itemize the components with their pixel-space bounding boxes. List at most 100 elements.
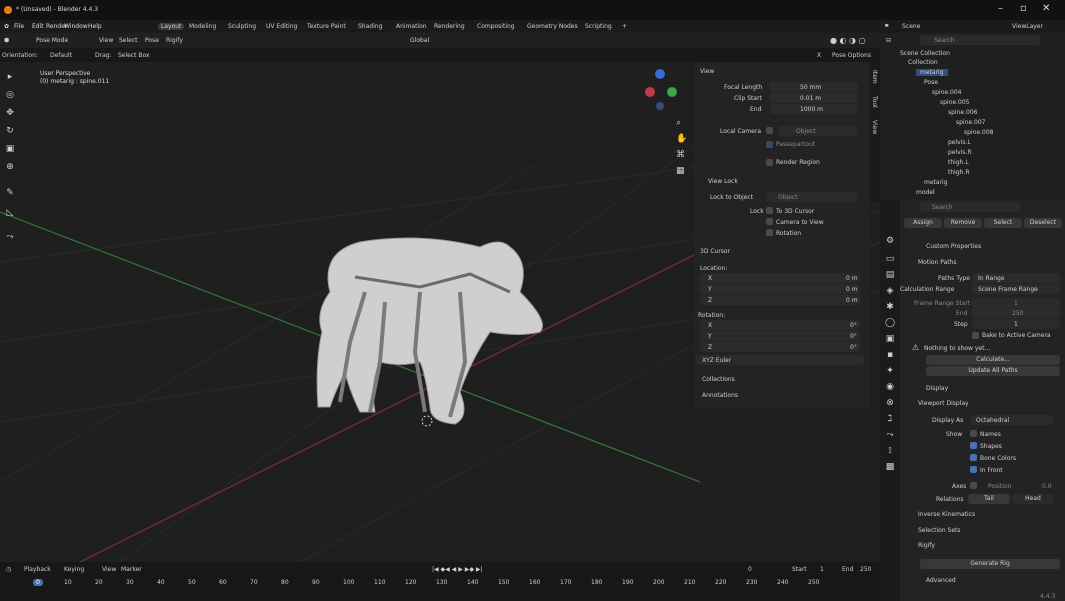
outliner-item[interactable]: spine.004 bbox=[932, 89, 961, 96]
outliner-item[interactable]: metarig bbox=[916, 69, 948, 76]
texture-tab-icon[interactable]: ▩ bbox=[880, 462, 900, 478]
bone-colors-checkbox[interactable] bbox=[970, 454, 977, 461]
inverse-kinematics-panel[interactable]: Inverse Kinematics bbox=[918, 511, 975, 518]
annotations-section[interactable]: Annotations bbox=[702, 392, 738, 399]
motion-paths-panel[interactable]: Motion Paths bbox=[918, 259, 957, 266]
menu-file[interactable]: File bbox=[14, 23, 24, 30]
menu-edit[interactable]: Edit bbox=[32, 23, 44, 30]
frame-start-field[interactable]: 1 bbox=[972, 298, 1060, 308]
view-layer-tab-icon[interactable]: ◈ bbox=[880, 286, 900, 302]
passepartout-checkbox[interactable] bbox=[766, 141, 773, 148]
outliner-item[interactable]: metarig bbox=[924, 179, 948, 186]
keying-menu[interactable]: Keying bbox=[64, 566, 84, 573]
location-z-field[interactable]: Z 0 m bbox=[700, 295, 860, 305]
rotation-mode-dropdown[interactable]: XYZ Euler bbox=[696, 355, 864, 365]
tab-sculpting[interactable]: Sculpting bbox=[228, 23, 256, 30]
menu-window[interactable]: Window bbox=[64, 23, 88, 30]
outliner-item[interactable]: pelvis.L bbox=[948, 139, 971, 146]
rotation-z-field[interactable]: Z 0° bbox=[700, 342, 860, 352]
outliner-item[interactable]: spine.007 bbox=[956, 119, 985, 126]
location-y-field[interactable]: Y 0 m bbox=[700, 284, 860, 294]
render-region-checkbox[interactable] bbox=[766, 159, 773, 166]
mirror-x-toggle[interactable]: X bbox=[817, 52, 821, 59]
display-panel[interactable]: Display bbox=[926, 385, 948, 392]
render-tab-icon[interactable]: ▭ bbox=[880, 254, 900, 270]
scene-tab-icon[interactable]: ✱ bbox=[880, 302, 900, 318]
outliner-search[interactable]: Search bbox=[920, 35, 1040, 45]
end-frame[interactable]: 250 bbox=[860, 566, 871, 573]
in-front-checkbox[interactable] bbox=[970, 466, 977, 473]
transform-orientation[interactable]: Global bbox=[410, 37, 429, 44]
calculate-button[interactable]: Calculate... bbox=[926, 355, 1060, 365]
outliner-item[interactable]: spine.005 bbox=[940, 99, 969, 106]
clip-start-field[interactable]: 0.01 m bbox=[770, 93, 858, 103]
focal-length-field[interactable]: 50 mm bbox=[770, 82, 858, 92]
pan-icon[interactable]: ✋ bbox=[676, 134, 687, 144]
frame-end-field[interactable]: 250 bbox=[972, 308, 1060, 318]
tab-modeling[interactable]: Modeling bbox=[189, 23, 216, 30]
assign-button[interactable]: Assign bbox=[904, 218, 942, 228]
maximize-button[interactable]: ▫ bbox=[1020, 3, 1027, 14]
rotation-x-field[interactable]: X 0° bbox=[700, 320, 860, 330]
select-button[interactable]: Select bbox=[984, 218, 1022, 228]
tab-rendering[interactable]: Rendering bbox=[434, 23, 465, 30]
remove-button[interactable]: Remove bbox=[944, 218, 982, 228]
object-tab-icon[interactable]: ▪ bbox=[880, 350, 900, 366]
mode-selector[interactable]: Pose Mode bbox=[36, 37, 68, 44]
lock-cursor-checkbox[interactable] bbox=[766, 207, 773, 214]
properties-search[interactable]: Search bbox=[920, 202, 1020, 212]
output-tab-icon[interactable]: ▤ bbox=[880, 270, 900, 286]
relations-tail-button[interactable]: Tail bbox=[968, 494, 1010, 504]
tweak-tool-icon[interactable]: ▸ bbox=[0, 72, 20, 88]
pose-menu[interactable]: Pose bbox=[145, 37, 159, 44]
tool-tab-icon[interactable]: ⚙ bbox=[880, 236, 900, 252]
pose-options-menu[interactable]: Pose Options bbox=[832, 52, 871, 59]
view-section-title[interactable]: View bbox=[700, 68, 714, 75]
tab-view[interactable]: View bbox=[871, 120, 878, 134]
measure-tool-icon[interactable]: ◺ bbox=[0, 208, 20, 224]
frame-ruler[interactable]: 0 10 20 30 40 50 60 70 80 90 100 110 120 130 140 150 160… bbox=[0, 577, 880, 589]
zoom-icon[interactable]: ⌕ bbox=[676, 118, 681, 128]
select-menu[interactable]: Select bbox=[119, 37, 138, 44]
rigify-menu[interactable]: Rigify bbox=[166, 37, 183, 44]
timeline-editor-icon[interactable]: ◷ bbox=[6, 566, 11, 573]
rotation-y-field[interactable]: Y 0° bbox=[700, 331, 860, 341]
playback-menu[interactable]: Playback bbox=[24, 566, 51, 573]
tab-animation[interactable]: Animation bbox=[396, 23, 427, 30]
local-camera-field[interactable]: Object bbox=[778, 126, 858, 136]
grid-view-icon[interactable]: ▦ bbox=[676, 166, 685, 176]
outliner-item[interactable]: Pose bbox=[924, 79, 938, 86]
viewport-display-panel[interactable]: Viewport Display bbox=[918, 400, 969, 407]
scale-tool-icon[interactable]: ▣ bbox=[0, 144, 20, 160]
tab-texture-paint[interactable]: Texture Paint bbox=[307, 23, 346, 30]
outliner-item[interactable]: pelvis.R bbox=[948, 149, 972, 156]
world-tab-icon[interactable]: ◯ bbox=[880, 318, 900, 334]
bone-constraint-tab-icon[interactable]: ⟟ bbox=[880, 446, 900, 462]
bone-tab-icon[interactable]: ⤳ bbox=[880, 430, 900, 446]
minimize-button[interactable]: – bbox=[998, 3, 1003, 14]
outliner[interactable]: Scene Collection Collection metarig Pose sp… bbox=[880, 48, 1065, 200]
deselect-button[interactable]: Deselect bbox=[1024, 218, 1062, 228]
armature-data-tab-icon[interactable]: ℷ bbox=[880, 414, 900, 430]
generate-rig-button[interactable]: Generate Rig bbox=[920, 559, 1060, 569]
marker-menu[interactable]: Marker bbox=[121, 566, 142, 573]
bake-camera-checkbox[interactable] bbox=[972, 332, 979, 339]
custom-properties-panel[interactable]: Custom Properties bbox=[926, 243, 981, 250]
shapes-checkbox[interactable] bbox=[970, 442, 977, 449]
collections-section[interactable]: Collections bbox=[702, 376, 735, 383]
viewport-shading-icons[interactable]: ● ◐ ◑ ○ bbox=[830, 36, 866, 45]
scene-collection[interactable]: Scene Collection bbox=[900, 50, 950, 57]
blender-menu-icon[interactable]: ✿ bbox=[4, 23, 9, 30]
local-camera-checkbox[interactable] bbox=[766, 127, 773, 134]
modifier-tab-icon[interactable]: ✦ bbox=[880, 366, 900, 382]
axes-checkbox[interactable] bbox=[970, 482, 977, 489]
close-button[interactable]: ✕ bbox=[1042, 3, 1050, 14]
3d-viewport[interactable]: User Perspective (0) metarig : spine.011… bbox=[0, 62, 880, 562]
view-menu[interactable]: View bbox=[99, 37, 113, 44]
clip-end-field[interactable]: 1000 m bbox=[770, 104, 858, 114]
tab-layout[interactable]: Layout bbox=[158, 23, 185, 30]
tab-tool[interactable]: Tool bbox=[871, 96, 878, 108]
advanced-panel[interactable]: Advanced bbox=[926, 577, 956, 584]
outliner-item[interactable]: spine.008 bbox=[964, 129, 993, 136]
move-tool-icon[interactable]: ✥ bbox=[0, 108, 20, 124]
